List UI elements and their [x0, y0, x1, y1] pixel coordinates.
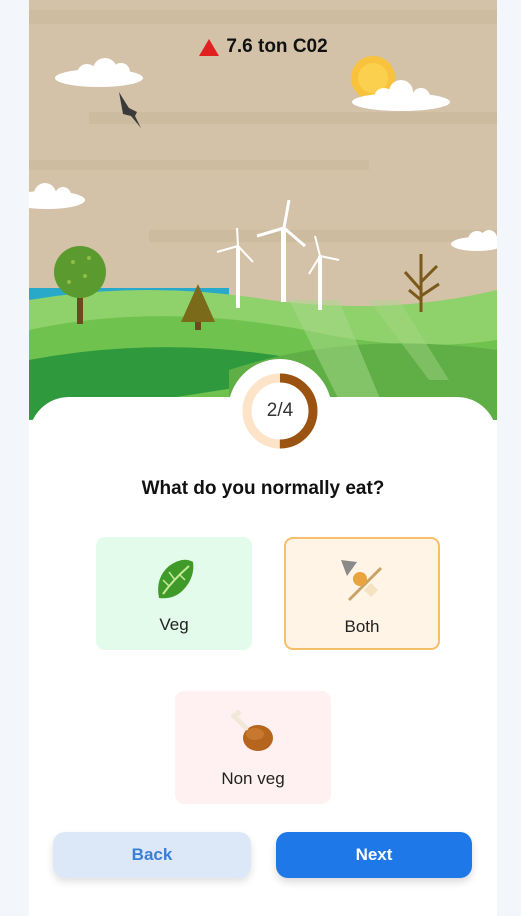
option-veg-label: Veg	[159, 615, 189, 634]
landscape-illustration	[29, 0, 497, 420]
warning-triangle-icon	[199, 38, 220, 56]
progress-step: 2/4	[266, 400, 294, 421]
option-non-veg[interactable]: Non veg	[175, 691, 331, 804]
oden-skewer-icon	[337, 553, 387, 609]
next-button[interactable]: Next	[276, 832, 472, 878]
option-both-label: Both	[344, 617, 380, 636]
option-non-veg-label: Non veg	[221, 769, 285, 788]
app-screen: 7.6 ton C02 2/4 What do you normally eat…	[29, 0, 497, 916]
emissions-indicator: 7.6 ton C02	[29, 36, 497, 58]
option-veg[interactable]: Veg	[96, 537, 252, 650]
emissions-value: 7.6 ton C02	[226, 36, 328, 57]
leafy-green-icon	[149, 551, 199, 607]
progress-ring: 2/4	[228, 359, 332, 463]
question-title: What do you normally eat?	[141, 478, 385, 499]
back-button[interactable]: Back	[53, 832, 251, 878]
poultry-leg-icon	[228, 705, 278, 761]
option-both[interactable]: Both	[284, 537, 440, 650]
